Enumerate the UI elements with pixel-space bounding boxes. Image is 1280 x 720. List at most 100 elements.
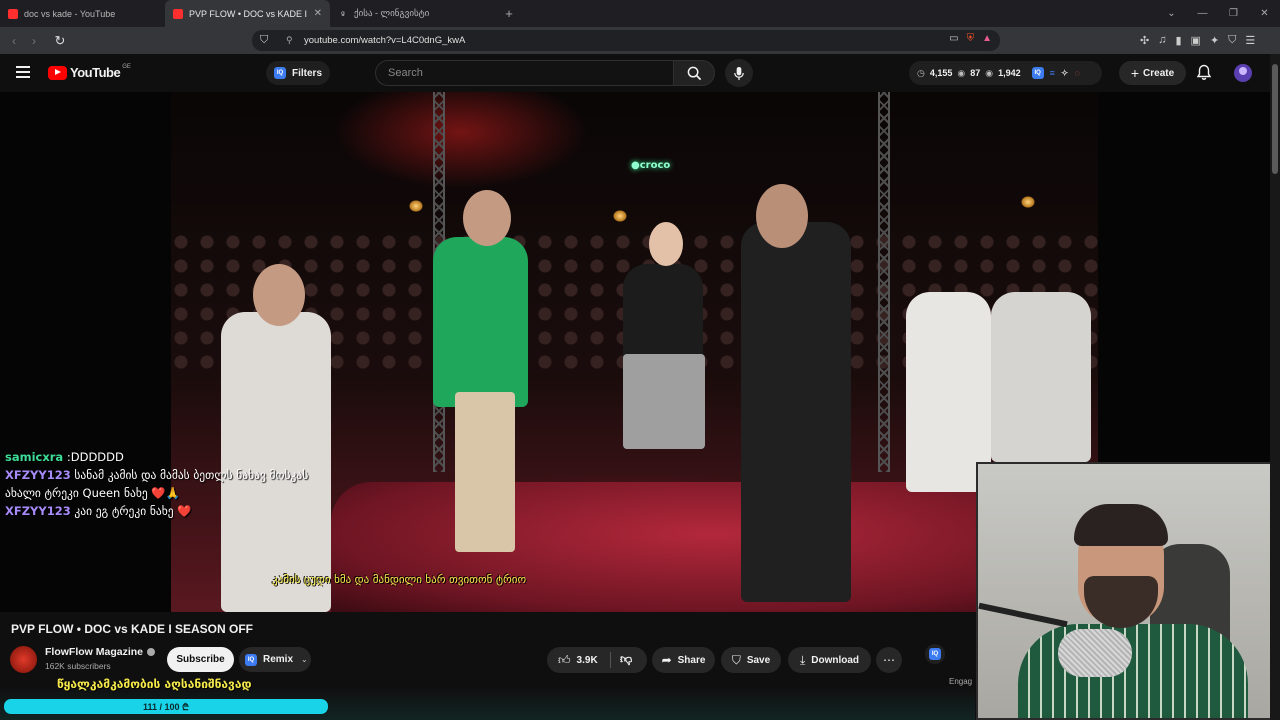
filters-button[interactable]: IQ Filters [266,61,331,85]
mic-arm [978,602,1068,628]
leo-icon[interactable]: ✦ [1210,34,1219,47]
subscriber-count: 162K subscribers [45,661,111,671]
tab-title: doc vs kade - YouTube [24,8,116,19]
iq-extension-icon[interactable]: IQ [1031,67,1044,79]
restore-icon[interactable]: ❐ [1218,8,1249,19]
stream-ticker-text: წყალკამკამობის აღსანიშნავად [57,677,252,691]
new-tab-button[interactable]: + [499,6,519,21]
search-button[interactable] [673,60,715,86]
notifications-bell-icon[interactable] [1196,64,1212,81]
browser-menu-icon[interactable]: ☰ [1245,34,1255,47]
browser-tab-strip: doc vs kade - YouTube PVP FLOW • DOC vs … [0,0,1280,27]
bookmark-icon: ⛉ [731,652,741,667]
minimize-icon[interactable]: — [1187,8,1218,19]
tab-title: ქისა - ლინგვისტი [354,8,430,18]
channel-avatar[interactable] [10,646,37,673]
hamburger-menu-icon[interactable] [16,66,30,78]
clock-icon: ◷ [917,67,925,78]
search-icon [687,66,701,80]
browser-tab-1[interactable]: doc vs kade - YouTube [0,0,165,27]
person-center-grey-shorts [623,354,705,449]
brave-shield-icon[interactable]: ⛨ [967,33,975,44]
filters-label: Filters [292,67,323,79]
more-actions-button[interactable]: ⋯ [876,647,902,673]
user-avatar[interactable] [1234,64,1252,82]
person-rapper-black [741,222,851,602]
lamp [409,200,423,212]
share-button[interactable]: ➦ Share [652,647,715,673]
remix-label: Remix [263,654,294,665]
address-bar[interactable]: ⛉ ⚲ youtube.com/watch?v=L4C0dnG_kwA ▭ ⛨ … [252,30,1000,51]
channel-name: FlowFlow Magazine [45,646,144,658]
microphone-icon [734,66,744,80]
tab-title: PVP FLOW • DOC vs KADE I SEASON OFF [189,8,310,19]
chevron-down-icon: ⌄ [301,655,308,664]
sparkle-icon[interactable]: ✧ [1061,68,1069,79]
url-text[interactable]: youtube.com/watch?v=L4C0dnG_kwA [304,35,465,46]
forward-icon[interactable]: › [24,34,44,48]
country-code: GE [122,63,131,70]
vpn-icon[interactable]: ⛉ [1228,34,1236,47]
stats-extension-icons: IQ ≡ ✧ ◌ [1031,67,1080,79]
save-button[interactable]: ⛉ Save [721,647,781,673]
download-button[interactable]: ⤓ Download [788,647,871,673]
list-icon[interactable]: ≡ [1050,68,1055,78]
thumbs-down-icon[interactable]: 👎︎ [620,652,632,667]
streamer-webcam [976,462,1272,720]
divider [610,652,611,668]
wallet-icon[interactable]: ▣ [1191,34,1201,47]
reload-icon[interactable]: ↻ [50,33,70,49]
youtube-icon [173,8,183,19]
back-icon[interactable]: ‹ [4,34,24,48]
like-dislike-group: 👍︎ 3.9K 👎︎ [547,647,647,673]
likes-count: 1,942 [998,68,1021,78]
search-input[interactable] [376,61,673,85]
alert-icon[interactable]: ◌ [1074,68,1079,78]
watching-count: 87 [970,68,981,78]
youtube-logo[interactable]: YouTube GE [48,63,131,80]
browser-tab-3[interactable]: ᵍ ქისა - ლინგვისტი [330,0,495,27]
channel-name-link[interactable]: FlowFlow Magazine [45,646,156,658]
share-label: Share [677,654,706,666]
media-icon[interactable]: ♫ [1158,34,1166,47]
iq-side-button[interactable]: IQ [925,644,945,664]
close-icon[interactable]: ✕ [314,8,322,19]
video-frame: ●croco [171,92,1098,612]
person-head [253,264,305,326]
eye-icon: ◉ [985,67,994,78]
chat-message: XFZYY123 სანამ კამის და მამას ბეთლს ნახა… [5,466,325,502]
like-count[interactable]: 3.9K [577,655,598,666]
views-count: 4,155 [929,68,953,78]
browser-tab-2[interactable]: PVP FLOW • DOC vs KADE I SEASON OFF ✕ [165,0,330,27]
remix-button[interactable]: IQ Remix ⌄ [239,647,311,672]
verified-icon [147,648,156,657]
omnibox-actions: ▭ ⛨ ▲ [949,33,992,44]
site-info-icon[interactable]: ⚲ [286,35,304,46]
person-head [649,222,683,266]
cast-icon[interactable]: ▭ [949,33,958,44]
eye-icon: ◉ [957,67,966,78]
youtube-play-icon [48,65,67,80]
save-label: Save [746,654,771,666]
extensions-icon[interactable]: ✣ [1140,34,1149,47]
rewards-icon[interactable]: ▲ [982,33,992,44]
create-label: Create [1143,67,1175,79]
youtube-header: YouTube GE IQ Filters ◷ 4,155 ◉ 87 ◉ 1,9… [0,54,1270,92]
sidebar-icon[interactable]: ▮ [1175,34,1181,47]
voice-search-button[interactable] [725,59,753,87]
iq-extension-icon: IQ [274,67,286,79]
subscribe-button[interactable]: Subscribe [167,647,234,672]
chat-username: XFZYY123 [5,504,71,518]
scrollbar-thumb[interactable] [1272,64,1278,174]
person-far-right [991,292,1091,462]
close-window-icon[interactable]: ✕ [1249,8,1280,19]
thumbs-up-icon[interactable]: 👍︎ [558,653,571,668]
video-stats-widget: ◷ 4,155 ◉ 87 ◉ 1,942 IQ ≡ ✧ ◌ [909,61,1102,85]
video-subtitle: კამის ცუდი ხმა და მანდილი ხარ თვითონ ტრი… [272,573,527,586]
microphone [1058,629,1132,677]
stage-truss-right [878,92,890,472]
create-button[interactable]: + Create [1119,61,1186,85]
bookmark-icon[interactable]: ⛉ [260,34,276,47]
chevron-down-icon[interactable]: ⌄ [1156,8,1187,19]
page-scrollbar[interactable] [1270,54,1280,720]
